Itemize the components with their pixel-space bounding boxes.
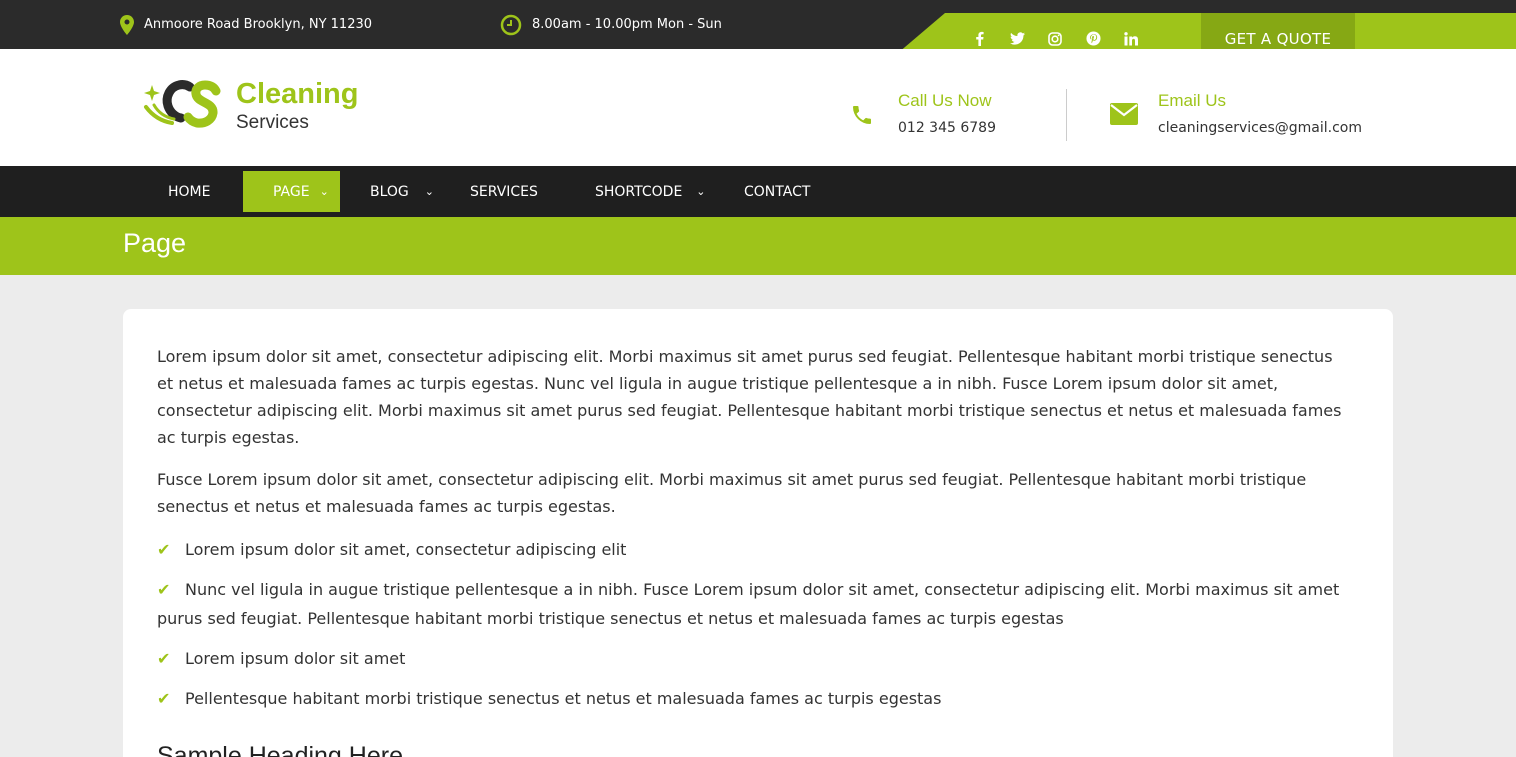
- hours-text: 8.00am - 10.00pm Mon - Sun: [532, 17, 722, 32]
- cs-logo-mark-icon: [144, 80, 221, 128]
- envelope-icon: [1110, 103, 1138, 125]
- clock-icon: [500, 14, 522, 35]
- page-banner: Page: [0, 217, 1516, 275]
- logo-subtitle: Services: [236, 112, 309, 133]
- nav-label: CONTACT: [744, 183, 811, 200]
- email-contact: Email Us cleaningservices@gmail.com: [1110, 91, 1362, 136]
- nav-label: BLOG: [370, 183, 409, 200]
- site-logo[interactable]: Cleaning Services: [142, 77, 358, 135]
- email-address[interactable]: cleaningservices@gmail.com: [1158, 120, 1362, 136]
- email-title: Email Us: [1158, 91, 1227, 110]
- nav-item-services[interactable]: SERVICES: [470, 171, 538, 212]
- chevron-down-icon: ⌄: [319, 185, 329, 198]
- email-text: Email Us cleaningservices@gmail.com: [1158, 91, 1362, 136]
- check-icon: ✔: [157, 649, 171, 668]
- check-icon: ✔: [157, 580, 171, 599]
- phone-number[interactable]: 012 345 6789: [898, 120, 996, 136]
- address-info: Anmoore Road Brooklyn, NY 11230: [120, 0, 372, 49]
- nav-item-contact[interactable]: CONTACT: [744, 171, 810, 212]
- nav-item-page[interactable]: PAGE ⌄: [243, 171, 340, 212]
- list-item: ✔ Lorem ipsum dolor sit amet: [157, 644, 1347, 673]
- chevron-down-icon: ⌄: [424, 185, 434, 198]
- chevron-down-icon: ⌄: [696, 185, 706, 198]
- address-text: Anmoore Road Brooklyn, NY 11230: [144, 17, 373, 32]
- site-header: Cleaning Services Call Us Now 012 345 67…: [0, 49, 1516, 166]
- page-content: Lorem ipsum dolor sit amet, consectetur …: [157, 343, 1347, 757]
- phone-text: Call Us Now 012 345 6789: [898, 91, 996, 136]
- list-item: ✔ Pellentesque habitant morbi tristique s…: [157, 684, 1347, 713]
- nav-label: PAGE: [273, 183, 310, 200]
- nav-item-home[interactable]: HOME: [168, 171, 210, 212]
- nav-item-blog[interactable]: BLOG ⌄: [370, 171, 434, 212]
- list-item-text: Pellentesque habitant morbi tristique se…: [185, 689, 942, 708]
- check-icon: ✔: [157, 689, 171, 708]
- content-paragraph: Fusce Lorem ipsum dolor sit amet, consec…: [157, 470, 1307, 516]
- nav-label: SHORTCODE: [595, 183, 683, 200]
- list-item: ✔ Nunc vel ligula in augue tristique pell…: [157, 575, 1347, 633]
- content-paragraph: Lorem ipsum dolor sit amet, consectetur …: [157, 347, 1342, 447]
- page-title: Page: [123, 228, 187, 258]
- phone-title: Call Us Now: [898, 91, 992, 110]
- list-item: ✔ Lorem ipsum dolor sit amet, consectetur…: [157, 535, 1347, 564]
- nav-item-shortcode[interactable]: SHORTCODE ⌄: [595, 171, 706, 212]
- list-item-text: Lorem ipsum dolor sit amet, consectetur …: [185, 540, 627, 559]
- map-pin-icon: [120, 14, 134, 35]
- phone-contact: Call Us Now 012 345 6789: [850, 91, 996, 136]
- logo-text: Cleaning Services: [236, 78, 359, 133]
- nav-label: HOME: [168, 183, 211, 200]
- logo-title: Cleaning: [236, 78, 359, 110]
- phone-icon: [853, 106, 871, 124]
- header-divider: [1066, 89, 1067, 141]
- check-list: ✔ Lorem ipsum dolor sit amet, consectetur…: [157, 535, 1347, 713]
- content-heading: Sample Heading Here: [157, 742, 403, 757]
- check-icon: ✔: [157, 540, 171, 559]
- list-item-text: Nunc vel ligula in augue tristique pelle…: [157, 580, 1340, 628]
- main-nav: HOME PAGE ⌄ BLOG ⌄ SERVICES SHORTCODE ⌄ …: [0, 166, 1516, 217]
- nav-label: SERVICES: [470, 183, 538, 200]
- list-item-text: Lorem ipsum dolor sit amet: [185, 649, 406, 668]
- hours-info: 8.00am - 10.00pm Mon - Sun: [500, 0, 722, 49]
- content-card: Lorem ipsum dolor sit amet, consectetur …: [123, 309, 1393, 757]
